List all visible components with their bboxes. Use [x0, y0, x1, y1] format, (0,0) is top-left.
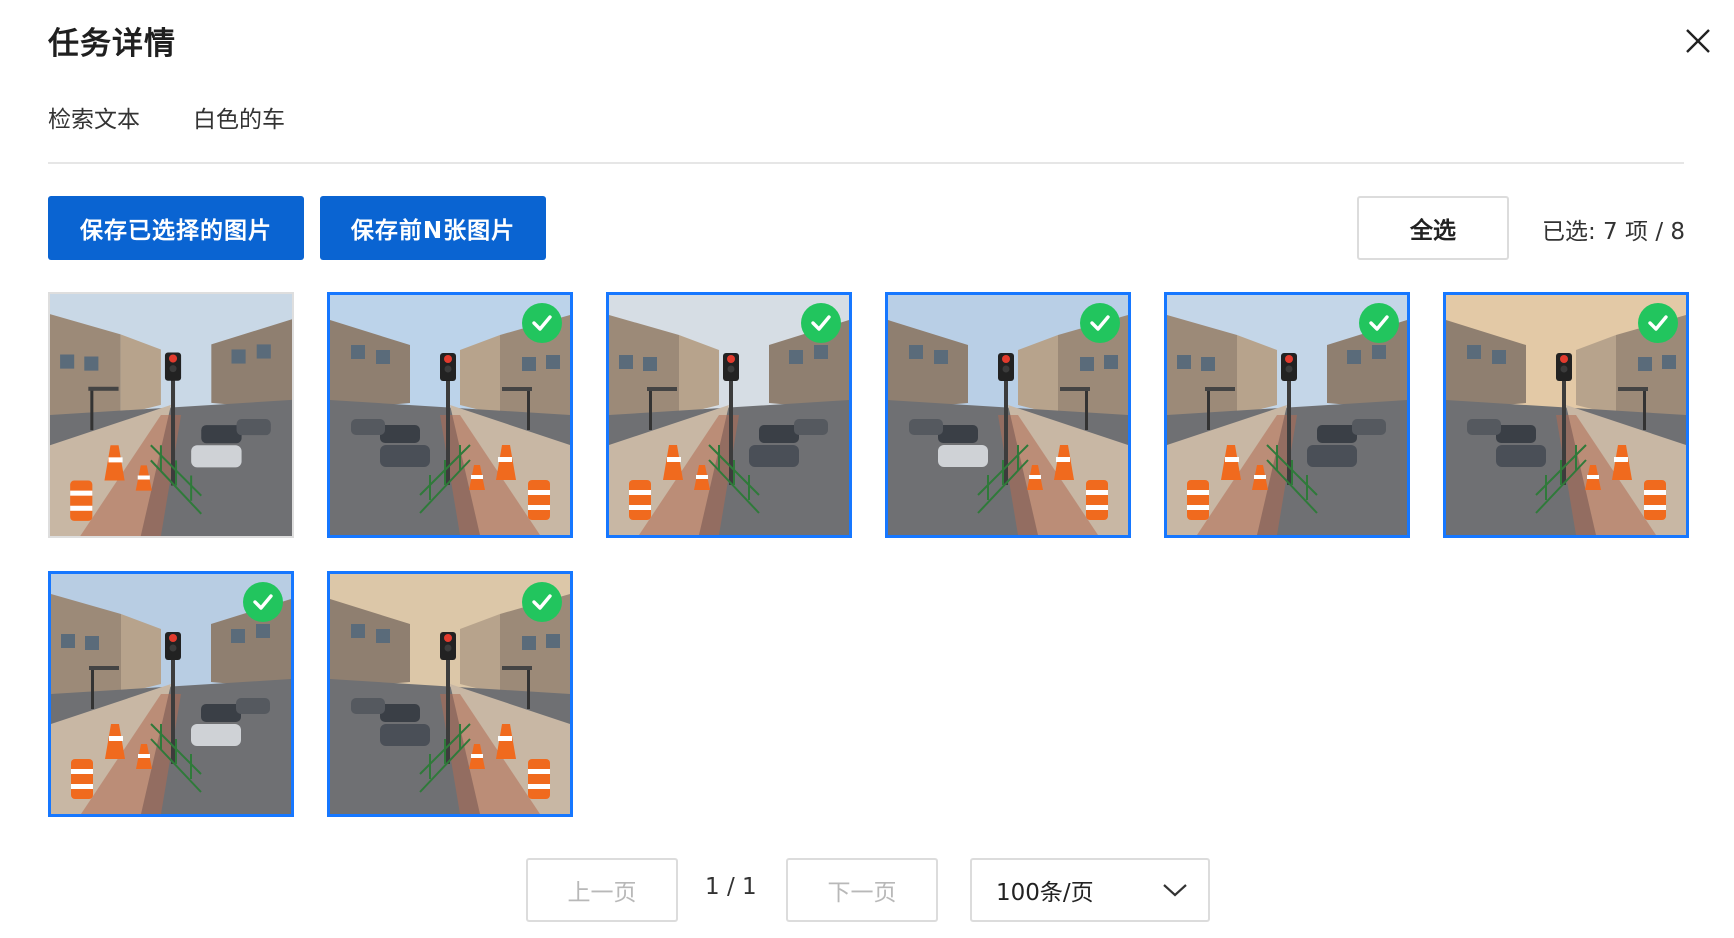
check-icon — [243, 582, 283, 622]
check-icon — [1080, 303, 1120, 343]
pagination: 上一页 1 / 1 下一页 100条/页 — [0, 858, 1734, 922]
save-top-n-button[interactable]: 保存前N张图片 — [320, 196, 546, 260]
task-detail-dialog: 任务详情 检索文本 白色的车 保存已选择的图片 保存前N张图片 全选 已选: 7… — [0, 0, 1734, 938]
chevron-down-icon — [1163, 884, 1187, 897]
check-icon — [522, 303, 562, 343]
image-thumbnail[interactable] — [48, 292, 294, 538]
divider — [48, 162, 1684, 164]
close-button[interactable] — [1681, 24, 1715, 58]
dialog-title: 任务详情 — [48, 26, 176, 62]
query-label: 检索文本 — [48, 107, 140, 133]
query-value: 白色的车 — [193, 107, 285, 133]
prev-page-button[interactable]: 上一页 — [526, 858, 678, 922]
image-thumbnail[interactable] — [1164, 292, 1410, 538]
save-selected-button[interactable]: 保存已选择的图片 — [48, 196, 304, 260]
image-thumbnail[interactable] — [885, 292, 1131, 538]
page-size-select[interactable]: 100条/页 — [970, 858, 1210, 922]
image-thumbnail[interactable] — [327, 292, 573, 538]
check-icon — [1638, 303, 1678, 343]
close-icon — [1686, 29, 1710, 53]
image-thumbnail[interactable] — [48, 571, 294, 817]
select-all-button[interactable]: 全选 — [1357, 196, 1509, 260]
check-icon — [801, 303, 841, 343]
image-thumbnail[interactable] — [606, 292, 852, 538]
next-page-button[interactable]: 下一页 — [786, 858, 938, 922]
check-icon — [1359, 303, 1399, 343]
selection-status: 已选: 7 项 / 8 — [1542, 219, 1686, 245]
image-thumbnail[interactable] — [327, 571, 573, 817]
page-info: 1 / 1 — [705, 874, 757, 900]
check-icon — [522, 582, 562, 622]
page-size-value: 100条/页 — [996, 880, 1094, 906]
image-thumbnail[interactable] — [1443, 292, 1689, 538]
